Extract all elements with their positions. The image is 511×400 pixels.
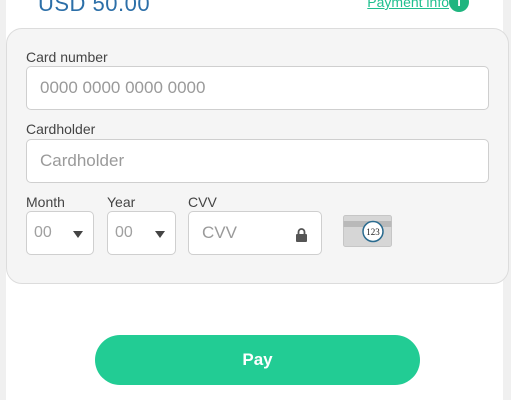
pay-button[interactable]: Pay	[95, 335, 420, 385]
cvv-hint-number: 123	[366, 227, 380, 237]
card-number-label: Card number	[26, 49, 108, 65]
lock-icon	[296, 228, 307, 242]
payment-info-link[interactable]: Payment info	[367, 0, 449, 10]
cvv-placeholder: CVV	[202, 223, 237, 242]
chevron-down-icon	[155, 231, 165, 238]
payment-page: USD 50.00 Payment info i Card number 000…	[0, 0, 511, 400]
month-label: Month	[26, 194, 65, 210]
header-bar: USD 50.00 Payment info i	[6, 0, 503, 18]
card-back-icon: 123	[343, 215, 392, 247]
month-value: 00	[34, 224, 52, 241]
amount-label: USD 50.00	[38, 0, 151, 16]
cardholder-input[interactable]: Cardholder	[26, 139, 489, 183]
cardholder-label: Cardholder	[26, 121, 96, 137]
month-select[interactable]: 00	[26, 211, 94, 255]
cardholder-placeholder: Cardholder	[40, 151, 125, 170]
cvv-label: CVV	[188, 194, 217, 210]
card-number-input[interactable]: 0000 0000 0000 0000	[26, 66, 489, 110]
chevron-down-icon	[73, 231, 83, 238]
card-number-placeholder: 0000 0000 0000 0000	[40, 78, 206, 97]
year-label: Year	[107, 194, 136, 210]
info-icon[interactable]: i	[449, 0, 469, 12]
cvv-input[interactable]: CVV	[188, 211, 322, 255]
year-value: 00	[115, 224, 133, 241]
year-select[interactable]: 00	[107, 211, 176, 255]
